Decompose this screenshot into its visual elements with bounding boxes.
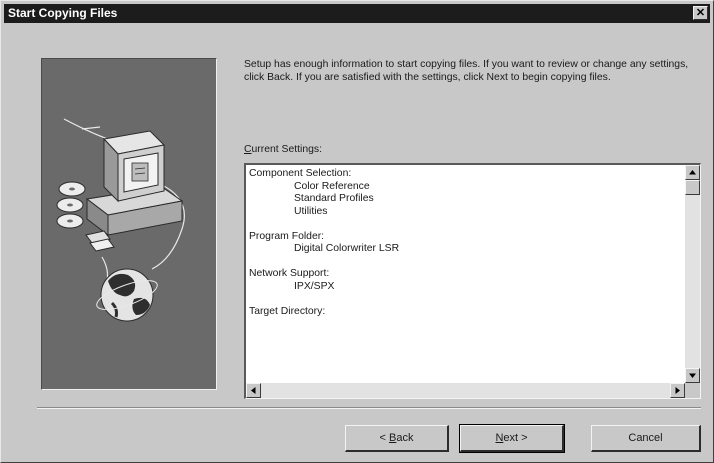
intro-text: Setup has enough information to start co… bbox=[244, 59, 689, 83]
setup-illustration bbox=[41, 58, 217, 390]
settings-line: Digital Colorwriter LSR bbox=[294, 243, 400, 254]
current-settings-hotkey: C bbox=[244, 144, 252, 155]
setup-dialog: Start Copying Files ✕ Setup has enough i… bbox=[0, 0, 714, 463]
scroll-right-button[interactable] bbox=[670, 383, 685, 398]
settings-line: Program Folder: bbox=[249, 230, 325, 242]
settings-line: Standard Profiles bbox=[294, 193, 374, 204]
next-button[interactable]: Next > bbox=[459, 424, 565, 453]
separator bbox=[37, 407, 701, 409]
current-settings-label-rest: urrent Settings: bbox=[251, 144, 322, 155]
settings-line: Target Directory: bbox=[249, 305, 326, 317]
next-label-rest: ext > bbox=[503, 432, 528, 444]
settings-line: Network Support: bbox=[249, 268, 330, 279]
window-title: Start Copying Files bbox=[8, 6, 118, 20]
settings-line: Utilities bbox=[294, 205, 328, 217]
settings-content: Component Selection: Color Reference Stand… bbox=[249, 168, 679, 318]
close-icon: ✕ bbox=[695, 7, 706, 19]
arrow-left-icon bbox=[251, 387, 256, 394]
scroll-corner bbox=[685, 383, 700, 398]
arrow-down-icon bbox=[689, 373, 696, 378]
arrow-right-icon bbox=[675, 387, 680, 394]
cancel-button[interactable]: Cancel bbox=[591, 425, 701, 452]
settings-line: IPX/SPX bbox=[294, 280, 335, 292]
back-button[interactable]: < Back bbox=[345, 425, 449, 452]
horizontal-scrollbar[interactable] bbox=[246, 383, 685, 398]
vertical-scrollbar[interactable] bbox=[685, 165, 700, 383]
arrow-up-icon bbox=[689, 170, 696, 175]
scroll-left-button[interactable] bbox=[246, 383, 261, 398]
title-bar[interactable]: Start Copying Files ✕ bbox=[4, 4, 710, 23]
current-settings-listbox[interactable]: Component Selection: Color Reference Stand… bbox=[244, 163, 701, 399]
scroll-up-button[interactable] bbox=[685, 165, 700, 180]
scroll-thumb[interactable] bbox=[685, 180, 700, 195]
back-label-rest: ack bbox=[396, 432, 414, 444]
close-button[interactable]: ✕ bbox=[693, 6, 708, 20]
back-prefix: < bbox=[379, 432, 389, 444]
computer-illustration-icon bbox=[56, 118, 185, 322]
current-settings-label: Current Settings: bbox=[244, 144, 322, 155]
cancel-label: Cancel bbox=[628, 432, 663, 444]
settings-line: Component Selection: bbox=[249, 168, 352, 179]
settings-line: Color Reference bbox=[294, 180, 370, 192]
scroll-down-button[interactable] bbox=[685, 368, 700, 383]
